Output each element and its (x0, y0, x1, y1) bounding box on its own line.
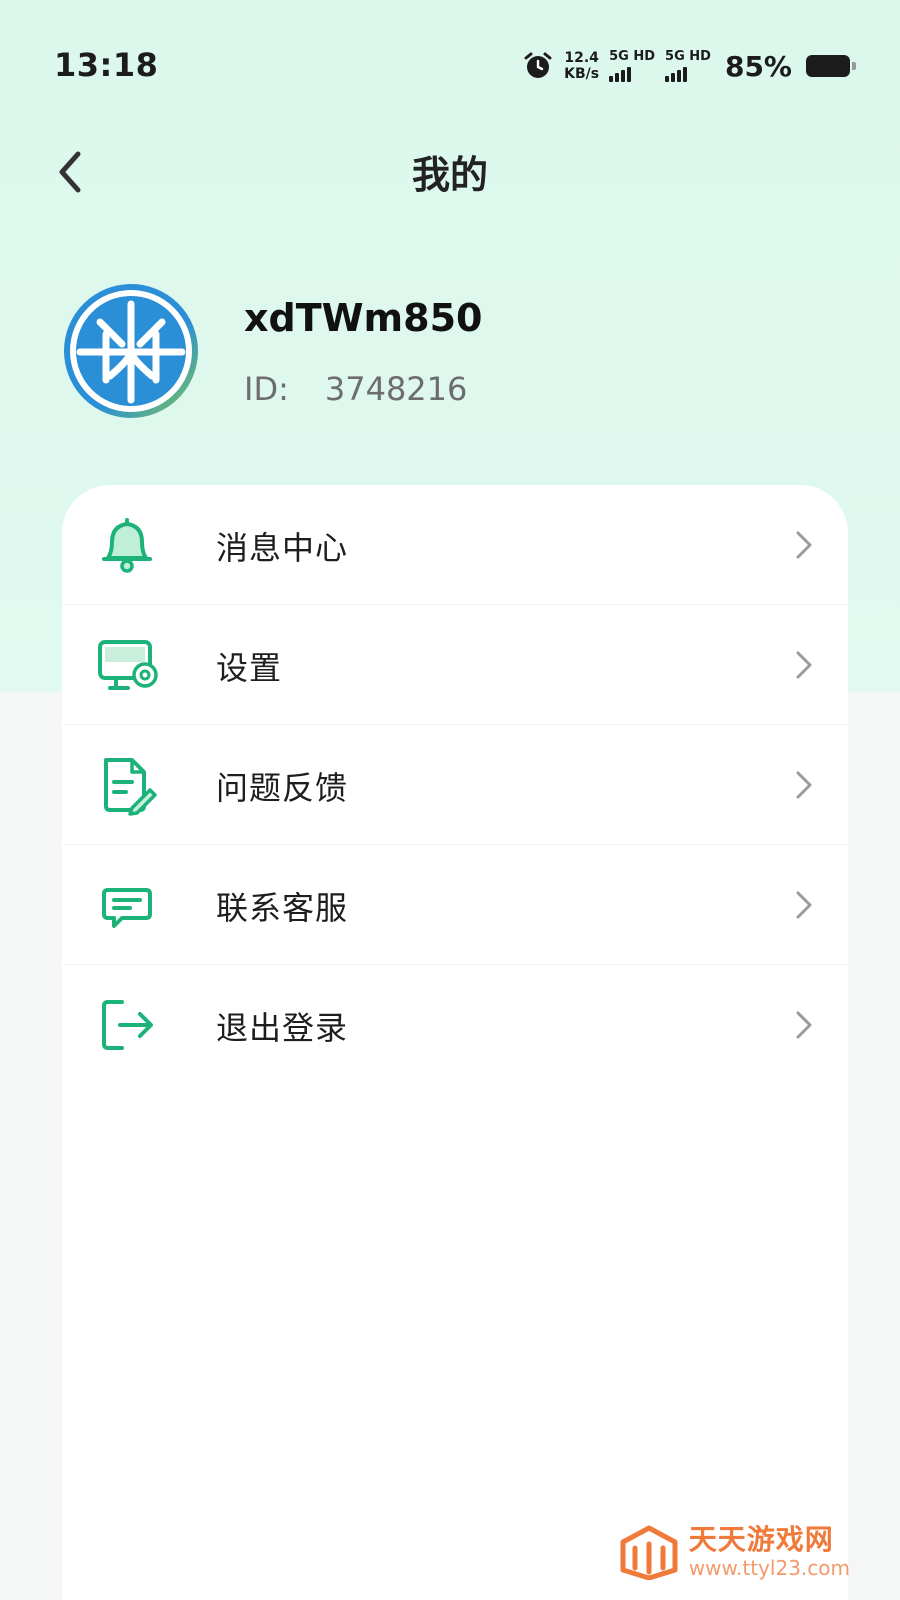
battery-icon (806, 55, 856, 77)
chevron-right-icon (794, 1009, 814, 1041)
chat-bubble-icon (94, 872, 160, 938)
menu-item-label: 退出登录 (216, 1009, 349, 1047)
avatar[interactable] (62, 282, 200, 420)
sim2-label: 5G HD (665, 49, 711, 64)
net-speed-value: 12.4 (564, 50, 599, 66)
menu-item-label: 问题反馈 (216, 769, 349, 807)
sim2-signal: 5G HD (665, 50, 711, 82)
logout-icon (94, 992, 160, 1058)
profile-section: xdTWm850 ID: 3748216 (62, 282, 842, 422)
page-title: 我的 (411, 153, 488, 197)
status-bar: 13:18 12.4 KB/s 5G HD 5G HD 85% (0, 0, 900, 110)
sim1-label: 5G HD (609, 49, 656, 64)
menu-item-settings[interactable]: 设置 (62, 605, 848, 725)
user-id-label: ID: (244, 370, 289, 408)
menu-item-logout[interactable]: 退出登录 (62, 965, 848, 1085)
watermark-title: 天天游戏网 (688, 1523, 834, 1556)
bell-icon (94, 512, 160, 578)
nav-bar: 我的 (0, 130, 900, 210)
user-id: ID: 3748216 (244, 370, 467, 408)
menu-item-feedback[interactable]: 问题反馈 (62, 725, 848, 845)
signal-icon (665, 66, 688, 82)
user-id-value: 3748216 (324, 370, 468, 408)
menu-item-label: 联系客服 (216, 889, 349, 927)
battery-percent: 85% (724, 49, 792, 83)
status-time: 13:18 (54, 46, 159, 84)
menu-item-customer-service[interactable]: 联系客服 (62, 845, 848, 965)
avatar-logo-icon (64, 284, 198, 418)
document-edit-icon (94, 752, 160, 818)
net-speed: 12.4 KB/s (564, 50, 599, 82)
sim1-signal: 5G HD (609, 50, 655, 82)
watermark-url: www.ttyl23.com (688, 1556, 850, 1580)
chevron-right-icon (794, 529, 814, 561)
signal-icon (609, 66, 632, 82)
menu-item-label: 设置 (216, 649, 283, 687)
menu-card: 消息中心 设置 问题反馈 联系客服 退出登录 (62, 485, 848, 1600)
watermark: 天天游戏网 www.ttyl23.com (619, 1524, 850, 1580)
chevron-right-icon (794, 889, 814, 921)
alarm-icon (522, 50, 554, 82)
menu-item-label: 消息中心 (216, 529, 349, 567)
monitor-settings-icon (94, 632, 160, 698)
status-indicators: 12.4 KB/s 5G HD 5G HD 85% (522, 44, 856, 88)
net-speed-unit: KB/s (564, 66, 600, 82)
chevron-right-icon (794, 769, 814, 801)
menu-item-message-center[interactable]: 消息中心 (62, 485, 848, 605)
watermark-logo-icon (620, 1525, 678, 1580)
chevron-right-icon (794, 649, 814, 681)
username: xdTWm850 (244, 296, 483, 340)
